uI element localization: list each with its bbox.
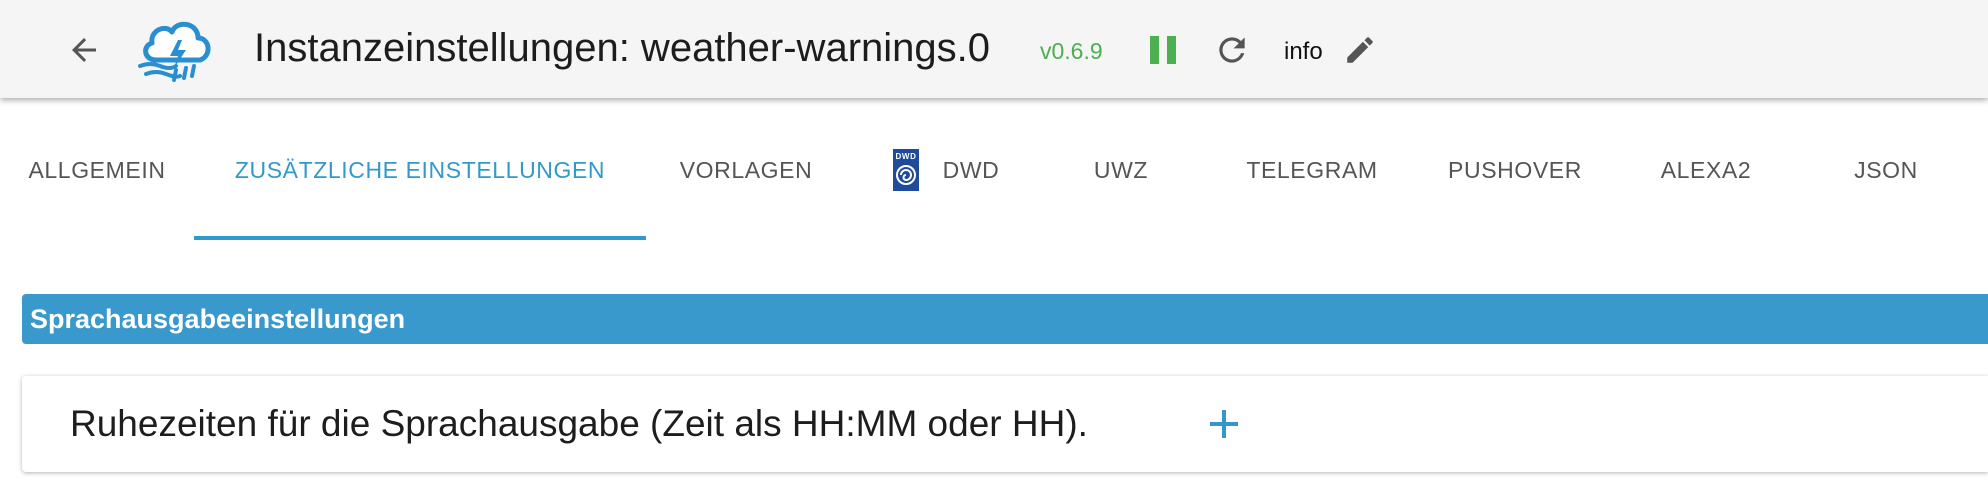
quiet-times-card: Ruhezeiten für die Sprachausgabe (Zeit a… bbox=[22, 376, 1988, 472]
tab-label: ALLGEMEIN bbox=[28, 156, 166, 183]
app-header: Instanzeinstellungen: weather-warnings.0… bbox=[0, 0, 1988, 98]
back-button[interactable] bbox=[62, 28, 106, 72]
add-quiet-time-button[interactable] bbox=[1202, 396, 1246, 452]
tab-uwz[interactable]: UWZ bbox=[1046, 100, 1196, 240]
dwd-logo-icon: DWD bbox=[892, 149, 919, 191]
plus-icon bbox=[1210, 410, 1238, 438]
tab-label: VORLAGEN bbox=[679, 156, 813, 183]
info-link[interactable]: info bbox=[1284, 37, 1323, 67]
quiet-times-label: Ruhezeiten für die Sprachausgabe (Zeit a… bbox=[70, 403, 1088, 444]
tab-allgemein[interactable]: ALLGEMEIN bbox=[0, 100, 194, 240]
tab-label: JSON bbox=[1854, 156, 1918, 183]
edit-button[interactable] bbox=[1340, 30, 1380, 70]
tab-label: TELEGRAM bbox=[1246, 156, 1378, 183]
tab-bar: ALLGEMEIN ZUSÄTZLICHE EINSTELLUNGEN VORL… bbox=[0, 100, 1988, 242]
tab-label: UWZ bbox=[1093, 156, 1149, 183]
tab-label: DWD bbox=[942, 156, 1000, 183]
reload-button[interactable] bbox=[1210, 30, 1254, 70]
pause-icon bbox=[1150, 36, 1176, 64]
tab-label: ZUSÄTZLICHE EINSTELLUNGEN bbox=[234, 156, 606, 183]
weather-cloud-lightning-icon bbox=[136, 10, 216, 90]
tab-label: ALEXA2 bbox=[1660, 156, 1752, 183]
svg-text:DWD: DWD bbox=[895, 152, 916, 161]
page-title: Instanzeinstellungen: weather-warnings.0 bbox=[254, 26, 990, 70]
tab-pushover[interactable]: PUSHOVER bbox=[1420, 100, 1610, 240]
tab-json[interactable]: JSON bbox=[1812, 100, 1960, 240]
tab-vorlagen[interactable]: VORLAGEN bbox=[646, 100, 846, 240]
reload-icon bbox=[1219, 37, 1245, 63]
tab-telegram[interactable]: TELEGRAM bbox=[1222, 100, 1402, 240]
pause-button[interactable] bbox=[1146, 32, 1182, 68]
section-title: Sprachausgabeeinstellungen bbox=[30, 304, 406, 334]
version-badge: v0.6.9 bbox=[1040, 38, 1103, 64]
active-tab-indicator bbox=[194, 236, 646, 240]
tab-label: PUSHOVER bbox=[1448, 156, 1582, 183]
tab-zusaetzliche-einstellungen[interactable]: ZUSÄTZLICHE EINSTELLUNGEN bbox=[194, 100, 646, 240]
tab-dwd[interactable]: DWD DWD bbox=[846, 100, 1046, 240]
tab-alexa2[interactable]: ALEXA2 bbox=[1620, 100, 1792, 240]
section-header: Sprachausgabeeinstellungen bbox=[22, 294, 1988, 344]
pencil-icon bbox=[1347, 37, 1373, 63]
arrow-left-icon bbox=[72, 38, 96, 62]
